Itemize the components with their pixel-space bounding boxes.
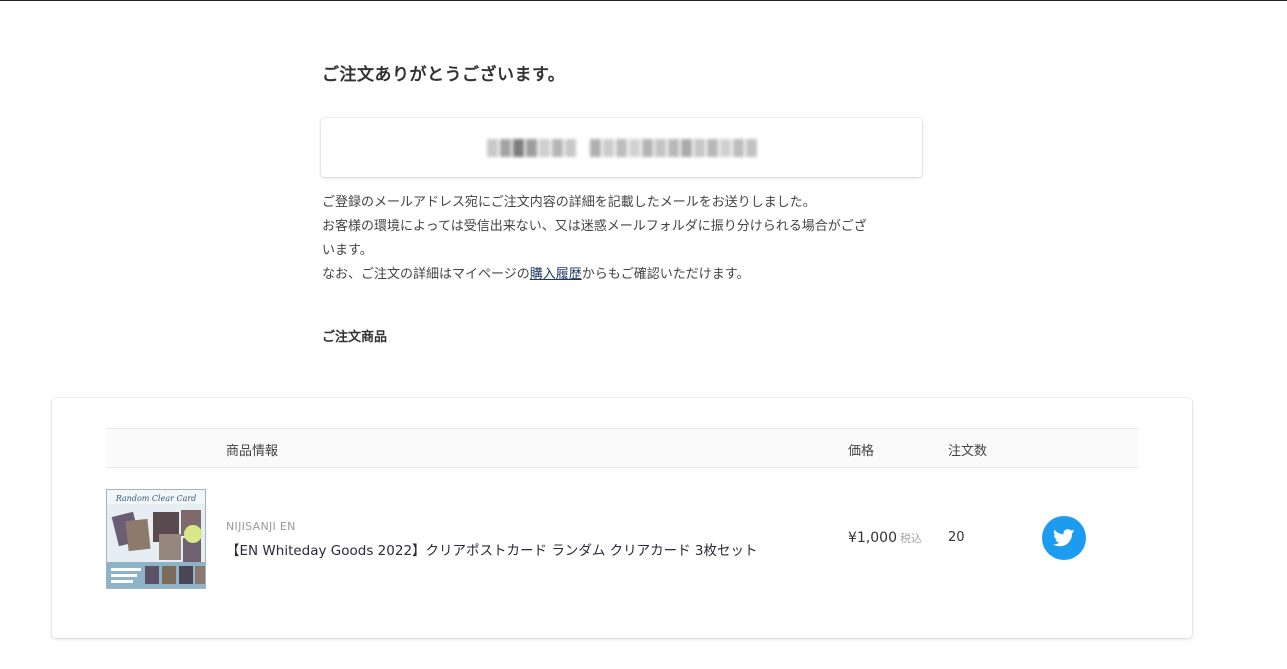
ordered-items-title: ご注文商品 — [322, 330, 388, 345]
order-number-box — [321, 118, 922, 177]
redacted-order-label — [486, 138, 576, 157]
top-border — [0, 0, 1287, 1]
header-price: 価格 — [848, 444, 875, 459]
header-product-info: 商品情報 — [226, 444, 279, 459]
redacted-order-number — [589, 138, 757, 157]
product-quantity: 20 — [948, 530, 965, 545]
tax-label: 税込 — [900, 532, 922, 545]
product-brand: NIJISANJI EN — [226, 520, 296, 533]
table-header: 商品情報 価格 注文数 — [106, 428, 1138, 468]
message-text: からもご確認いただけます。 — [581, 267, 750, 282]
price-value: ¥1,000 — [848, 530, 897, 546]
message-text: なお、ご注文の詳細はマイページの — [322, 267, 530, 282]
purchase-history-link[interactable]: 購入履歴 — [530, 267, 582, 282]
product-price: ¥1,000 税込 — [848, 530, 922, 546]
thumbnail-title: Random Clear Card — [115, 494, 197, 503]
product-thumbnail[interactable]: Random Clear Card — [106, 489, 206, 589]
message-line: なお、ご注文の詳細はマイページの購入履歴からもご確認いただけます。 — [322, 263, 922, 287]
ordered-items-card: 商品情報 価格 注文数 Random Clear Card NIJISANJI … — [52, 398, 1192, 638]
message-line: ご登録のメールアドレス宛にご注文内容の詳細を記載したメールをお送りしました。 — [322, 195, 816, 210]
confirmation-message: ご登録のメールアドレス宛にご注文内容の詳細を記載したメールをお送りしました。 お… — [322, 191, 922, 287]
message-line: います。 — [322, 243, 373, 258]
header-quantity: 注文数 — [948, 444, 988, 459]
message-line: お客様の環境によっては受信出来ない、又は迷惑メールフォルダに振り分けられる場合が… — [322, 219, 867, 234]
twitter-icon — [1053, 529, 1075, 547]
product-thumbnail-art — [107, 490, 205, 588]
product-name-link[interactable]: 【EN Whiteday Goods 2022】クリアポストカード ランダム ク… — [226, 539, 758, 559]
twitter-share-button[interactable] — [1042, 516, 1086, 560]
page-title: ご注文ありがとうございます。 — [322, 65, 566, 85]
